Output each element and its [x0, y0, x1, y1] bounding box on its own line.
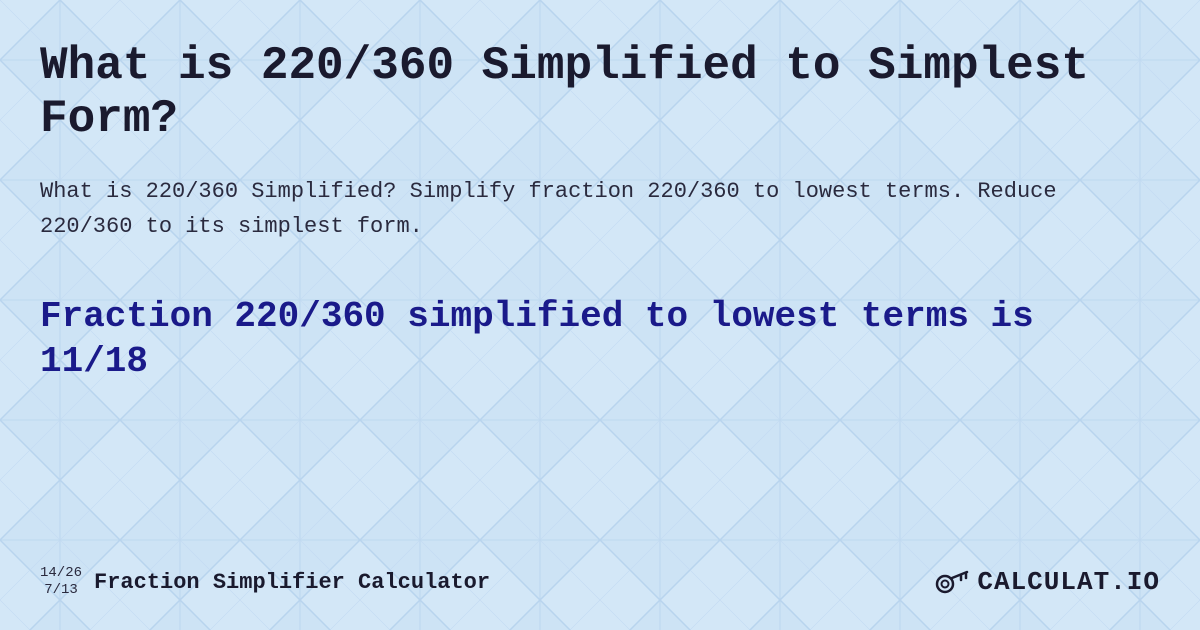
page-title: What is 220/360 Simplified to Simplest F… — [40, 40, 1160, 146]
fraction-bottom: 7/13 — [44, 582, 78, 599]
result-section: Fraction 220/360 simplified to lowest te… — [40, 294, 1160, 384]
footer-right: CALCULAT.IO — [933, 564, 1160, 600]
result-text: Fraction 220/360 simplified to lowest te… — [40, 294, 1160, 384]
footer-left: 14/26 7/13 Fraction Simplifier Calculato… — [40, 565, 490, 599]
fraction-top: 14/26 — [40, 565, 82, 582]
description-text: What is 220/360 Simplified? Simplify fra… — [40, 174, 1160, 244]
fraction-stack: 14/26 7/13 — [40, 565, 82, 599]
calculator-icon — [933, 564, 969, 600]
calc-logo: CALCULAT.IO — [977, 567, 1160, 597]
footer: 14/26 7/13 Fraction Simplifier Calculato… — [40, 544, 1160, 600]
footer-brand: Fraction Simplifier Calculator — [94, 570, 490, 595]
